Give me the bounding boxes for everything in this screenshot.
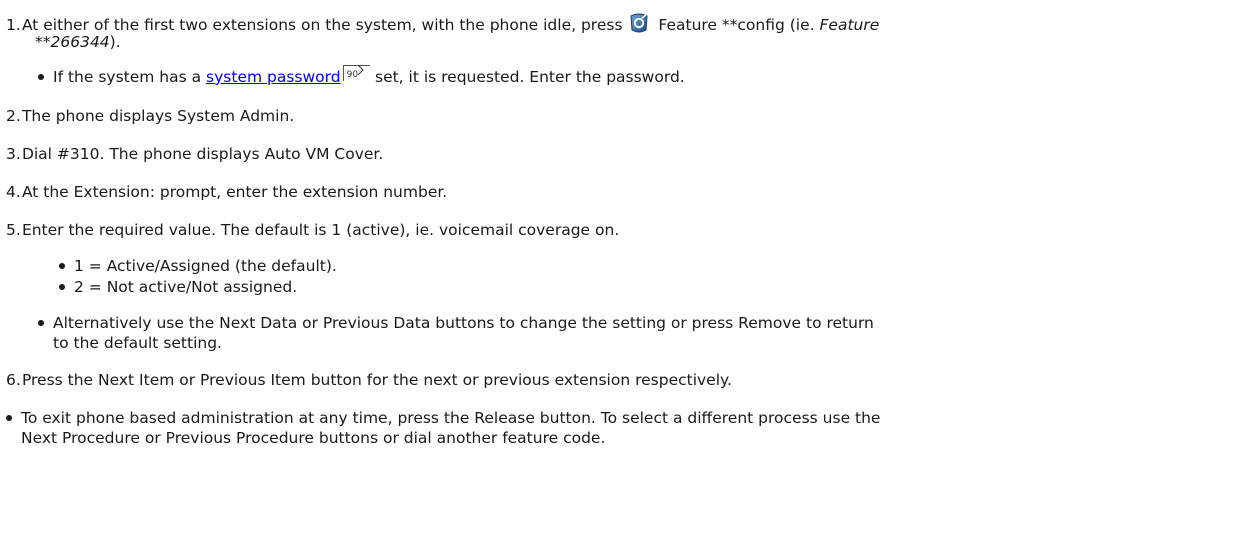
step-text: Enter the required value. The default is… (21, 221, 620, 239)
bullet-icon (59, 262, 65, 269)
step-text: The phone displays System Admin. (21, 107, 295, 125)
password-note: If the system has a system password 90 se… (38, 65, 685, 87)
step-text-end: ). (109, 33, 121, 51)
value-text: 1 = Active/Assigned (the default). (74, 257, 337, 275)
step-2: 2. The phone displays System Admin. (6, 106, 294, 126)
step-3: 3. Dial #310. The phone displays Auto VM… (6, 144, 383, 164)
step-text: Press the Next Item or Previous Item but… (21, 371, 732, 389)
value-item-2: 2 = Not active/Not assigned. (59, 277, 297, 297)
step-text: Dial #310. The phone displays Auto VM Co… (21, 145, 384, 163)
system-password-link[interactable]: system password (206, 68, 341, 86)
page-link-arrow-icon (358, 65, 364, 75)
alternatively-note: Alternatively use the Next Data or Previ… (38, 313, 874, 333)
feature-button-icon (630, 13, 648, 33)
step-number: 2. (6, 107, 21, 125)
exit-note: To exit phone based administration at an… (6, 408, 880, 428)
step-4: 4. At the Extension: prompt, enter the e… (6, 182, 447, 202)
exit-text: To exit phone based administration at an… (21, 409, 881, 427)
alternatively-text: Alternatively use the Next Data or Previ… (53, 314, 874, 332)
feature-code-example: Feature (819, 16, 880, 34)
step-5: 5. Enter the required value. The default… (6, 220, 619, 240)
step-text-cont: Feature **config (ie. (658, 16, 820, 34)
alternatively-note-cont: to the default setting. (53, 333, 222, 353)
feature-code-example-2: **266344 (35, 33, 110, 51)
step-number: 3. (6, 145, 21, 163)
bullet-icon (6, 414, 12, 421)
exit-note-cont: Next Procedure or Previous Procedure but… (21, 428, 605, 448)
alternatively-text-cont: to the default setting. (53, 334, 222, 352)
bullet-icon (59, 283, 65, 290)
step-1: 1. At either of the first two extensions… (6, 12, 879, 35)
note-suffix: set, it is requested. Enter the password… (370, 68, 685, 86)
step-number: 1. (6, 16, 21, 34)
page-reference[interactable]: 90 (342, 65, 371, 81)
step-text: At the Extension: prompt, enter the exte… (21, 183, 448, 201)
step-1-cont: **266344). (35, 32, 121, 52)
value-item-1: 1 = Active/Assigned (the default). (59, 256, 337, 276)
value-text: 2 = Not active/Not assigned. (74, 278, 298, 296)
page-number: 90 (346, 70, 359, 80)
exit-text-cont: Next Procedure or Previous Procedure but… (21, 429, 606, 447)
step-6: 6. Press the Next Item or Previous Item … (6, 370, 732, 390)
step-number: 5. (6, 221, 21, 239)
bullet-icon (38, 319, 44, 326)
step-number: 6. (6, 371, 21, 389)
bullet-icon (38, 73, 44, 80)
note-prefix: If the system has a (53, 68, 207, 86)
step-number: 4. (6, 183, 21, 201)
